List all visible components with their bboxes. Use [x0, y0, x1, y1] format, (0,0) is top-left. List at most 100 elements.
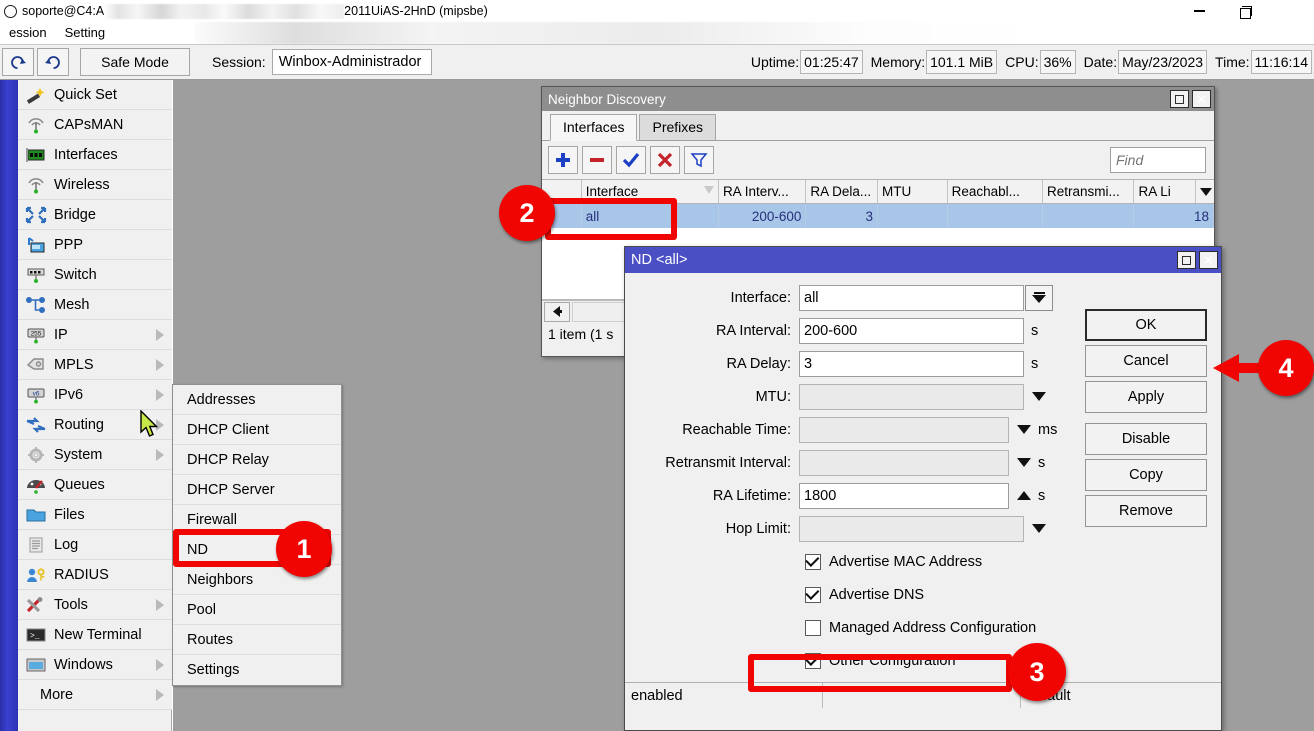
field-input[interactable]	[799, 417, 1009, 443]
tools-icon	[25, 596, 47, 614]
menu-session[interactable]: ession	[0, 22, 56, 44]
sidebar-item-bridge[interactable]: Bridge	[18, 200, 172, 230]
grid-header-6[interactable]: Retransmi...	[1043, 180, 1134, 203]
sidebar-item-label: IPv6	[54, 387, 83, 403]
grid-header-2[interactable]: RA Interv...	[719, 180, 806, 203]
find-input[interactable]	[1116, 152, 1205, 168]
sidebar-item-new-terminal[interactable]: >_New Terminal	[18, 620, 172, 650]
sidebar-item-mpls[interactable]: MPLS	[18, 350, 172, 380]
checkbox-advertise-mac-address[interactable]	[805, 554, 821, 570]
checkbox-row-advertise-mac-address[interactable]: Advertise MAC Address	[625, 545, 1221, 578]
nd-restore-button[interactable]	[1170, 90, 1189, 108]
checkbox-label: Managed Address Configuration	[829, 620, 1036, 636]
grid-header-4[interactable]: MTU	[878, 180, 948, 203]
field-input[interactable]: 3	[799, 351, 1024, 377]
remove-button[interactable]	[582, 146, 612, 174]
tab-interfaces[interactable]: Interfaces	[550, 114, 637, 141]
sidebar-item-log[interactable]: Log	[18, 530, 172, 560]
field-input[interactable]: 200-600	[799, 318, 1024, 344]
ipv6-icon: v6	[22, 384, 50, 406]
submenu-item-settings[interactable]: Settings	[173, 655, 341, 685]
sidebar-item-capsman[interactable]: CAPsMAN	[18, 110, 172, 140]
grid-header-5[interactable]: Reachabl...	[948, 180, 1043, 203]
submenu-item-dhcp-client[interactable]: DHCP Client	[173, 415, 341, 445]
submenu-item-dhcp-server[interactable]: DHCP Server	[173, 475, 341, 505]
nd-close-button[interactable]: ✕	[1192, 90, 1211, 108]
grid-header-3[interactable]: RA Dela...	[806, 180, 878, 203]
checkbox-advertise-dns[interactable]	[805, 587, 821, 603]
sidebar-item-ppp[interactable]: PPP	[18, 230, 172, 260]
copy-button[interactable]: Copy	[1085, 459, 1207, 491]
disable-button[interactable]	[650, 146, 680, 174]
checkbox-row-managed-address-configuration[interactable]: Managed Address Configuration	[625, 611, 1221, 644]
sidebar-item-files[interactable]: Files	[18, 500, 172, 530]
disable-button[interactable]: Disable	[1085, 423, 1207, 455]
sidebar-item-label: Wireless	[54, 177, 110, 193]
sidebar-item-routing[interactable]: Routing	[18, 410, 172, 440]
menu-settings[interactable]: Setting	[56, 22, 114, 44]
scroll-left-button[interactable]	[544, 302, 570, 322]
sidebar-item-more[interactable]: More	[18, 680, 172, 710]
gear-icon	[22, 444, 50, 466]
redo-button[interactable]	[37, 48, 69, 76]
annotation-badge-3: 3	[1008, 643, 1066, 701]
chevron-down-icon[interactable]	[1032, 392, 1046, 401]
find-box[interactable]	[1110, 147, 1206, 173]
safe-mode-button[interactable]: Safe Mode	[80, 48, 190, 76]
table-row[interactable]: *all200-600318	[542, 204, 1214, 228]
undo-button[interactable]	[2, 48, 34, 76]
dialog-restore-button[interactable]	[1177, 251, 1196, 269]
submenu-item-dhcp-relay[interactable]: DHCP Relay	[173, 445, 341, 475]
apply-button[interactable]: Apply	[1085, 381, 1207, 413]
checkbox-row-advertise-dns[interactable]: Advertise DNS	[625, 578, 1221, 611]
sidebar-item-mesh[interactable]: Mesh	[18, 290, 172, 320]
add-button[interactable]	[548, 146, 578, 174]
sidebar-item-ip[interactable]: 255IP	[18, 320, 172, 350]
remove-button[interactable]: Remove	[1085, 495, 1207, 527]
svg-text:255: 255	[31, 330, 42, 337]
enable-button[interactable]	[616, 146, 646, 174]
chevron-right-icon	[156, 419, 164, 431]
sidebar-item-system[interactable]: System	[18, 440, 172, 470]
field-input[interactable]	[799, 384, 1024, 410]
cancel-button[interactable]: Cancel	[1085, 345, 1207, 377]
minimize-button[interactable]	[1176, 0, 1222, 22]
dropdown-button[interactable]	[1025, 285, 1053, 311]
sidebar-item-tools[interactable]: Tools	[18, 590, 172, 620]
tab-prefixes[interactable]: Prefixes	[639, 114, 716, 140]
field-input[interactable]	[799, 450, 1009, 476]
checkbox-row-other-configuration[interactable]: Other Configuration	[625, 644, 1221, 677]
submenu-item-addresses[interactable]: Addresses	[173, 385, 341, 415]
field-input[interactable]: all	[799, 285, 1024, 311]
sidebar-item-queues[interactable]: Queues	[18, 470, 172, 500]
checkbox-managed-address-configuration[interactable]	[805, 620, 821, 636]
chevron-down-icon[interactable]	[1017, 458, 1031, 467]
chevron-up-icon[interactable]	[1017, 491, 1031, 500]
filter-button[interactable]	[684, 146, 714, 174]
grid-header-1[interactable]: Interface	[582, 180, 719, 203]
checkbox-other-configuration[interactable]	[805, 653, 821, 669]
sidebar-item-switch[interactable]: Switch	[18, 260, 172, 290]
chevron-down-icon[interactable]	[1032, 524, 1046, 533]
ppp-icon	[25, 236, 47, 254]
ok-button[interactable]: OK	[1085, 309, 1207, 341]
sidebar-item-interfaces[interactable]: Interfaces	[18, 140, 172, 170]
folder-icon	[25, 506, 47, 524]
chevron-down-icon[interactable]	[1017, 425, 1031, 434]
session-value[interactable]: Winbox-Administrador	[272, 49, 432, 75]
submenu-item-routes[interactable]: Routes	[173, 625, 341, 655]
sidebar-item-quick-set[interactable]: Quick Set	[18, 80, 172, 110]
restore-button[interactable]	[1222, 0, 1268, 22]
time-label: Time:	[1215, 54, 1249, 70]
column-chooser-button[interactable]	[1196, 180, 1214, 203]
sidebar-item-radius[interactable]: RADIUS	[18, 560, 172, 590]
close-button-area[interactable]	[1268, 0, 1314, 22]
submenu-item-pool[interactable]: Pool	[173, 595, 341, 625]
sidebar-item-ipv6[interactable]: v6IPv6	[18, 380, 172, 410]
field-input[interactable]	[799, 516, 1024, 542]
sidebar-item-windows[interactable]: Windows	[18, 650, 172, 680]
grid-header-7[interactable]: RA Li	[1134, 180, 1196, 203]
sidebar-item-wireless[interactable]: Wireless	[18, 170, 172, 200]
dialog-close-button[interactable]: ✕	[1199, 251, 1218, 269]
field-input[interactable]: 1800	[799, 483, 1009, 509]
